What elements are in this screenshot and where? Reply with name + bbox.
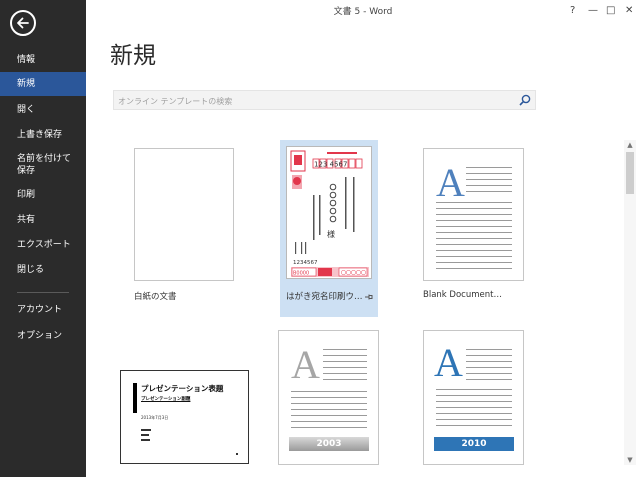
sender-postal-text: 1234567: [293, 260, 318, 266]
template-thumbnail: A 2010: [423, 330, 524, 465]
template-thumbnail: A: [423, 148, 524, 281]
nav-new[interactable]: 新規: [0, 72, 86, 96]
template-2010[interactable]: A 2010: [416, 322, 536, 472]
search-icon[interactable]: [518, 93, 532, 107]
scroll-down-arrow[interactable]: ▼: [624, 455, 636, 465]
minimize-button[interactable]: —: [588, 0, 598, 24]
placeholder-line: [141, 434, 149, 436]
template-2003[interactable]: A 2003: [272, 322, 392, 472]
nav-print[interactable]: 印刷: [0, 183, 86, 207]
template-blank-document-a[interactable]: A Blank Document…: [416, 140, 536, 315]
text-lines: [436, 389, 512, 431]
placeholder-line: [141, 429, 151, 431]
text-lines: [291, 391, 367, 433]
template-thumbnail: A 2003: [278, 330, 379, 465]
template-label: 白紙の文書: [134, 292, 177, 302]
placeholder-line: [141, 439, 150, 441]
nav-close[interactable]: 閉じる: [0, 258, 86, 282]
version-banner: 2003: [289, 437, 369, 451]
amount-right-text: 〇〇〇〇〇: [341, 271, 366, 277]
amount-left-text: B0000: [293, 271, 309, 277]
nav-account[interactable]: アカウント: [0, 298, 86, 322]
nav-share[interactable]: 共有: [0, 208, 86, 232]
help-button[interactable]: ?: [570, 0, 575, 24]
arrow-left-icon: [17, 17, 29, 29]
text-lines: [466, 349, 512, 385]
scroll-up-arrow[interactable]: ▲: [624, 140, 636, 150]
postcard-preview: 123 4567 様 1234567 B0000 〇〇〇〇〇: [290, 150, 369, 277]
vertical-scrollbar[interactable]: ▲ ▼: [624, 140, 636, 465]
nav-options[interactable]: オプション: [0, 324, 86, 348]
back-button[interactable]: [10, 10, 36, 36]
search-input[interactable]: [114, 91, 520, 111]
pin-icon[interactable]: [364, 292, 374, 302]
nav-divider: [17, 292, 69, 293]
honorific-text: 様: [327, 229, 335, 239]
letter-a-glyph: A: [436, 160, 465, 205]
text-lines: [466, 167, 512, 197]
text-lines: [323, 349, 367, 385]
nav-save-as[interactable]: 名前を付けて保存: [0, 152, 76, 182]
postal-code-text: 123 4567: [314, 161, 347, 169]
template-label: はがき宛名印刷ウ…: [286, 292, 363, 302]
page-title: 新規: [110, 43, 156, 69]
main-pane: 文書 5 - Word ? — □ ✕ 新規 白紙の文書: [86, 0, 640, 477]
template-label: Blank Document…: [423, 290, 502, 300]
template-thumbnail: プレゼンテーション表題 プレゼンテーション副題 2013年7月3日: [120, 370, 249, 464]
nav-open[interactable]: 開く: [0, 98, 86, 122]
nav-export[interactable]: エクスポート: [0, 233, 86, 257]
presentation-heading: プレゼンテーション表題: [141, 384, 224, 393]
presentation-date: 2013年7月3日: [141, 415, 169, 420]
nav-save[interactable]: 上書き保存: [0, 123, 86, 147]
maximize-button[interactable]: □: [606, 0, 615, 24]
postcard-thumbnail: 123 4567 様 1234567 B0000 〇〇〇〇〇: [286, 146, 372, 279]
template-presentation[interactable]: プレゼンテーション表題 プレゼンテーション副題 2013年7月3日: [116, 364, 256, 469]
template-search: [113, 90, 536, 111]
backstage-sidebar: 情報 新規 開く 上書き保存 名前を付けて保存 印刷 共有 エクスポート 閉じる…: [0, 0, 86, 477]
version-banner: 2010: [434, 437, 514, 451]
page-dot: [236, 453, 238, 455]
close-button[interactable]: ✕: [625, 0, 633, 24]
scroll-thumb[interactable]: [626, 152, 634, 194]
window-title: 文書 5 - Word: [333, 7, 393, 17]
template-thumbnail: [134, 148, 234, 281]
nav-info[interactable]: 情報: [0, 48, 86, 72]
presentation-subheading: プレゼンテーション副題: [141, 397, 191, 402]
letter-a-glyph: A: [291, 342, 320, 387]
template-blank-document[interactable]: 白紙の文書: [126, 140, 246, 315]
text-lines: [436, 202, 512, 274]
accent-bar: [133, 383, 137, 413]
template-postcard[interactable]: 123 4567 様 1234567 B0000 〇〇〇〇〇 はがき宛名印刷ウ…: [280, 140, 378, 317]
letter-a-glyph: A: [434, 340, 463, 385]
